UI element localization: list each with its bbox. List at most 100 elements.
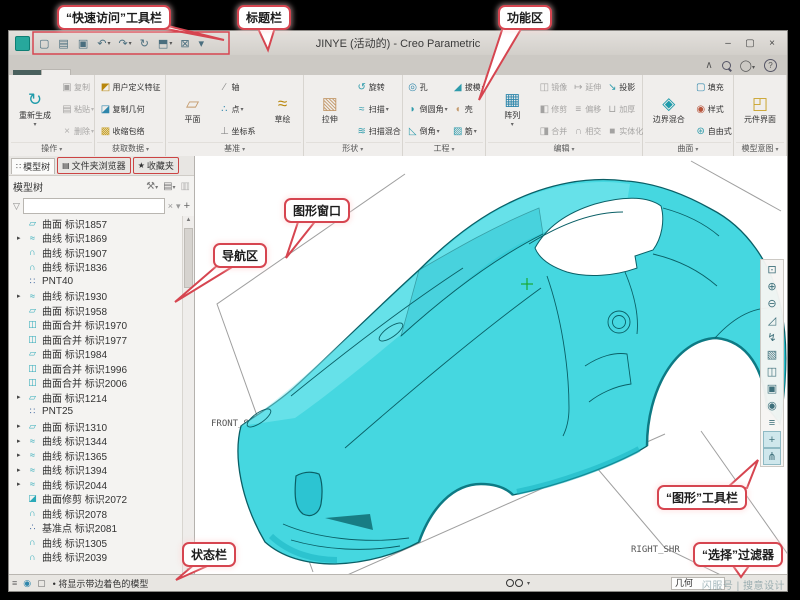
- ribbon-button[interactable]: ∩ 相交: [570, 120, 604, 142]
- ribbon-button[interactable]: ◖ 壳: [450, 98, 487, 120]
- ribbon-button[interactable]: ■ 实体化: [604, 120, 646, 142]
- ribbon-button[interactable]: ◗ 倒圆角 ▾: [405, 98, 450, 120]
- web-browser-icon[interactable]: ◉: [23, 578, 31, 589]
- tree-item[interactable]: ▸ ≈ 曲线 标识1869: [9, 231, 183, 246]
- ribbon-button[interactable]: ◨ 合并: [536, 120, 570, 142]
- ribbon-group-label[interactable]: 编辑▾: [488, 142, 639, 156]
- navigator-tab[interactable]: ▤文件夹浏览器: [57, 157, 131, 174]
- tree-item[interactable]: ▸ ≈ 曲线 标识1365: [9, 448, 183, 463]
- new-file-icon[interactable]: ▢: [36, 36, 53, 51]
- ribbon-button[interactable]: ◰ 元件界面: [736, 76, 784, 142]
- ribbon-button[interactable]: ◪ 复制几何: [97, 98, 163, 120]
- ribbon-button[interactable]: ▧ 拉伸: [306, 76, 354, 142]
- ribbon-button[interactable]: ⊥ 坐标系: [216, 120, 258, 142]
- tree-item[interactable]: ∩ 曲线 标识1907: [9, 245, 183, 260]
- zoom-fit-icon[interactable]: ⊡: [763, 261, 781, 278]
- redo-icon[interactable]: ↷▾: [115, 36, 134, 51]
- ribbon-button[interactable]: ↘ 投影: [604, 76, 646, 98]
- ribbon-group-label[interactable]: 工程▾: [405, 142, 484, 156]
- expand-icon[interactable]: ▸: [17, 234, 26, 242]
- ribbon-button[interactable]: ◫ 镜像: [536, 76, 570, 98]
- ribbon-button[interactable]: ≈ 扫描 ▾: [354, 98, 404, 120]
- expand-icon[interactable]: ▸: [17, 393, 26, 401]
- tree-item[interactable]: ▸ ≈ 曲线 标识2044: [9, 477, 183, 492]
- tree-item[interactable]: ∩ 曲线 标识2039: [9, 550, 183, 565]
- command-search-icon[interactable]: [722, 61, 731, 70]
- repaint-icon[interactable]: ◿: [763, 312, 781, 329]
- ribbon-group-label[interactable]: 操作▾: [11, 142, 92, 156]
- tree-item[interactable]: ∩ 曲线 标识1836: [9, 260, 183, 275]
- tree-item[interactable]: ∩ 曲线 标识2078: [9, 506, 183, 521]
- tree-item[interactable]: ▸ ≈ 曲线 标识1394: [9, 463, 183, 478]
- tree-show-icon[interactable]: ▤▾: [163, 181, 175, 192]
- tree-item[interactable]: ◫ 曲面合并 标识2006: [9, 376, 183, 391]
- tree-item[interactable]: ▱ 曲面 标识1857: [9, 216, 183, 231]
- save-icon[interactable]: ▣: [75, 36, 92, 51]
- ribbon-button[interactable]: ▣ 复制: [59, 76, 96, 98]
- ribbon-group-label[interactable]: 模型意图▾: [736, 142, 784, 156]
- ribbon-button[interactable]: ▱ 平面: [168, 76, 216, 142]
- ribbon-button[interactable]: ∴ 点 ▾: [216, 98, 258, 120]
- ribbon-button[interactable]: ≈ 草绘: [258, 76, 306, 142]
- ribbon-button[interactable]: ◧ 修剪: [536, 98, 570, 120]
- open-file-icon[interactable]: ▤: [55, 36, 72, 51]
- close-button[interactable]: ×: [763, 38, 781, 49]
- resource-center-icon[interactable]: ◯▾: [740, 59, 755, 72]
- ribbon-button[interactable]: ↺ 旋转: [354, 76, 404, 98]
- datum-display-icon[interactable]: ◉: [763, 397, 781, 414]
- tree-item[interactable]: ▱ 曲面 标识1984: [9, 347, 183, 362]
- tree-item[interactable]: ∴ 基准点 标识2081: [9, 521, 183, 536]
- ribbon-button[interactable]: ≡ 偏移: [570, 98, 604, 120]
- tree-item[interactable]: ◫ 曲面合并 标识1996: [9, 361, 183, 376]
- close-window-icon[interactable]: ⊠: [177, 36, 193, 51]
- tree-item[interactable]: ∷ PNT25: [9, 405, 183, 420]
- annotation-display-icon[interactable]: ≡: [763, 414, 781, 431]
- find-icon[interactable]: ▾: [506, 579, 530, 587]
- ribbon-group-label[interactable]: 形状▾: [306, 142, 400, 156]
- expand-icon[interactable]: ▸: [17, 437, 26, 445]
- nav-toggle-icon[interactable]: ≡: [12, 578, 17, 588]
- tree-item[interactable]: ▸ ≈ 曲线 标识1930: [9, 289, 183, 304]
- undo-icon[interactable]: ↶▾: [94, 36, 113, 51]
- ribbon-button[interactable]: ↦ 延伸: [570, 76, 604, 98]
- ribbon-button[interactable]: ▤ 粘贴 ▾: [59, 98, 96, 120]
- expand-icon[interactable]: ▸: [17, 451, 26, 459]
- ribbon-button[interactable]: ▩ 收缩包络: [97, 120, 163, 142]
- ribbon-button[interactable]: ∕ 轴: [216, 76, 258, 98]
- expand-icon[interactable]: ▸: [17, 292, 26, 300]
- regenerate-icon[interactable]: ↻: [137, 36, 153, 51]
- tree-item[interactable]: ∷ PNT40: [9, 274, 183, 289]
- maximize-button[interactable]: ▢: [741, 38, 759, 49]
- display-style-icon[interactable]: ▧: [763, 346, 781, 363]
- minimize-button[interactable]: –: [719, 38, 737, 49]
- ribbon-button[interactable]: ▦ 阵列 ▾: [488, 76, 536, 142]
- tree-settings-icon[interactable]: ⚒▾: [146, 181, 158, 192]
- filter-clear-icon[interactable]: ×: [168, 201, 173, 211]
- navigator-tab[interactable]: ∷模型树: [11, 158, 55, 174]
- view-manager-icon[interactable]: ▣: [763, 380, 781, 397]
- expand-icon[interactable]: ▸: [17, 466, 26, 474]
- tree-item[interactable]: ▸ ▱ 曲面 标识1310: [9, 419, 183, 434]
- ribbon-button[interactable]: ◩ 用户定义特征: [97, 76, 163, 98]
- ribbon-group-label[interactable]: 曲面▾: [645, 142, 731, 156]
- scrollbar-thumb[interactable]: [184, 228, 193, 288]
- minimize-ribbon-icon[interactable]: ∧: [705, 60, 712, 71]
- ribbon-button[interactable]: ⊛ 自由式: [693, 120, 735, 142]
- windows-icon[interactable]: ⬒▾: [155, 36, 175, 51]
- accessory-window-icon[interactable]: ▢: [37, 578, 46, 589]
- navigator-tab[interactable]: ★收藏夹: [133, 157, 179, 174]
- tree-item[interactable]: ▱ 曲面 标识1958: [9, 303, 183, 318]
- tree-filter-input[interactable]: [23, 198, 165, 214]
- tree-item[interactable]: ◫ 曲面合并 标识1970: [9, 318, 183, 333]
- ribbon-button[interactable]: ⊔ 加厚: [604, 98, 646, 120]
- ribbon-button[interactable]: ≋ 扫描混合: [354, 120, 404, 142]
- zoom-in-icon[interactable]: ⊕: [763, 278, 781, 295]
- tree-scrollbar[interactable]: ▲ ▼: [182, 216, 194, 575]
- expand-icon[interactable]: ▸: [17, 422, 26, 430]
- ribbon-button[interactable]: ◉ 样式: [693, 98, 735, 120]
- orient-mode-icon[interactable]: ↯: [763, 329, 781, 346]
- tree-columns-icon[interactable]: ▥: [181, 181, 190, 192]
- ribbon-button[interactable]: ▨ 筋 ▾: [450, 120, 487, 142]
- spin-center-icon[interactable]: +: [763, 431, 781, 448]
- customize-toolbar-icon[interactable]: ▾: [196, 36, 209, 51]
